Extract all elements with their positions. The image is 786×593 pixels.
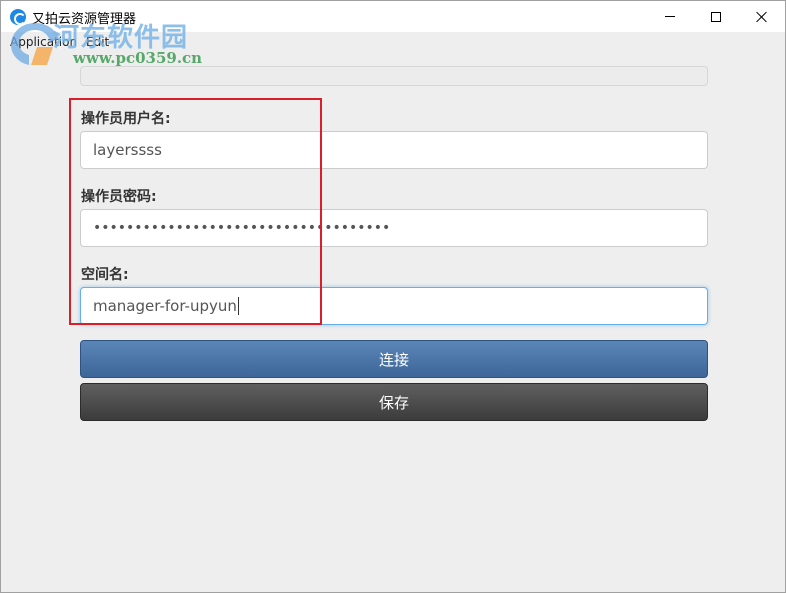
username-label: 操作员用户名: <box>81 111 171 127</box>
minimize-icon <box>665 16 675 17</box>
password-input[interactable]: •••••••••••••••••••••••••••••••••••• <box>80 209 708 247</box>
bucket-label: 空间名: <box>81 267 129 283</box>
bucket-input[interactable]: manager-for-upyun <box>80 287 708 325</box>
password-label: 操作员密码: <box>81 189 157 205</box>
app-icon <box>10 9 26 25</box>
title-bar[interactable]: 又拍云资源管理器 <box>1 1 785 32</box>
password-value: •••••••••••••••••••••••••••••••••••• <box>93 220 391 236</box>
maximize-button[interactable] <box>693 1 739 32</box>
top-input-partial[interactable] <box>80 66 708 86</box>
connect-button-label: 连接 <box>378 350 409 369</box>
menu-application[interactable]: Application <box>10 35 77 49</box>
menu-bar: Application Edit <box>1 32 785 54</box>
username-input[interactable]: layerssss <box>80 131 708 169</box>
text-caret <box>237 297 239 315</box>
window-title: 又拍云资源管理器 <box>32 12 137 27</box>
app-window: 又拍云资源管理器 Application Edit 操作员用户名: layers… <box>0 0 786 593</box>
save-button[interactable]: 保存 <box>80 383 708 421</box>
close-icon <box>756 11 768 23</box>
maximize-icon <box>711 11 721 22</box>
username-value: layerssss <box>93 141 162 159</box>
save-button-label: 保存 <box>378 393 409 412</box>
bucket-value: manager-for-upyun <box>93 297 237 315</box>
connect-button[interactable]: 连接 <box>80 340 708 378</box>
menu-edit[interactable]: Edit <box>86 35 109 49</box>
close-button[interactable] <box>739 1 785 32</box>
minimize-button[interactable] <box>647 1 693 32</box>
